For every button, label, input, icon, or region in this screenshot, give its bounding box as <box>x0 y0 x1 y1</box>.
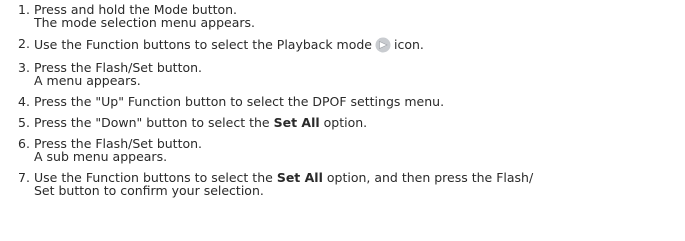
step-2: 2. Use the Function buttons to select th… <box>0 37 685 53</box>
step-1: 1. Press and hold the Mode button. The m… <box>0 3 685 29</box>
step-6: 6. Press the Flash/Set button. A sub men… <box>0 137 685 163</box>
step-3: 3. Press the Flash/Set button. A menu ap… <box>0 61 685 87</box>
step-text: option. <box>323 115 368 130</box>
step-text: option, and then press the Flash/ <box>326 170 534 185</box>
step-number: 6. <box>18 136 30 151</box>
step-instruction: Press the "Down" button to select the Se… <box>34 116 685 129</box>
step-number: 1. <box>18 2 30 17</box>
step-instruction-continued: Set button to confirm your selection. <box>34 183 264 198</box>
step-number: 7. <box>18 170 30 185</box>
step-text: Press the "Down" button to select the <box>34 115 270 130</box>
step-number: 3. <box>18 60 30 75</box>
step-number: 4. <box>18 94 30 109</box>
step-text: Use the Function buttons to select the P… <box>34 37 372 52</box>
step-result: The mode selection menu appears. <box>34 15 255 30</box>
step-4: 4. Press the "Up" Function button to sel… <box>0 95 685 108</box>
step-7: 7. Use the Function buttons to select th… <box>0 171 685 197</box>
instruction-steps: 1. Press and hold the Mode button. The m… <box>0 3 685 205</box>
step-5: 5. Press the "Down" button to select the… <box>0 116 685 129</box>
step-instruction: Press the "Up" Function button to select… <box>34 94 445 109</box>
step-number: 5. <box>18 115 30 130</box>
step-text: icon. <box>394 37 424 52</box>
step-number: 2. <box>18 36 30 51</box>
option-name: Set All <box>276 170 323 185</box>
step-result: A sub menu appears. <box>34 149 168 164</box>
option-name: Set All <box>273 115 320 130</box>
step-result: A menu appears. <box>34 73 141 88</box>
playback-mode-icon <box>375 37 391 53</box>
step-instruction: Use the Function buttons to select the P… <box>34 37 685 53</box>
